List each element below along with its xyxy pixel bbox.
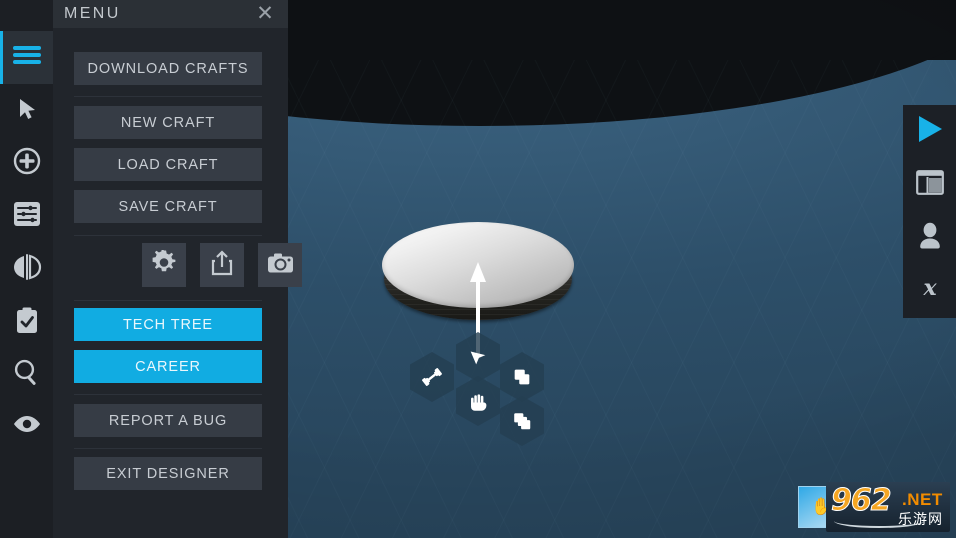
cursor-arrow-icon — [15, 97, 39, 128]
play-button[interactable] — [903, 105, 956, 158]
sidebar-item-menu[interactable] — [0, 31, 53, 84]
hamburger-icon — [12, 44, 42, 71]
menu-divider — [74, 235, 262, 236]
sidebar-item-search[interactable] — [0, 348, 53, 401]
dumbbell-resize-icon — [420, 365, 444, 389]
load-craft-button[interactable]: LOAD CRAFT — [74, 148, 262, 181]
share-button[interactable] — [200, 243, 244, 287]
arrow-head-icon — [470, 262, 486, 282]
plus-circle-icon — [13, 147, 41, 180]
watermark-chinese: 乐游网 — [898, 512, 943, 528]
eye-icon — [12, 414, 42, 439]
sidebar-item-checklist[interactable] — [0, 296, 53, 349]
camera-icon — [267, 252, 294, 279]
panel-layout-icon — [915, 169, 944, 200]
magnifier-icon — [13, 358, 41, 391]
download-crafts-button[interactable]: DOWNLOAD CRAFTS — [74, 52, 262, 85]
right-toolbar: x — [903, 105, 956, 318]
x-variable-icon: x — [916, 274, 944, 307]
copy-two-icon — [511, 366, 533, 388]
watermark-domain: .NET — [902, 490, 943, 509]
watermark: ✋ 962 .NET 乐游网 — [798, 482, 950, 532]
game-designer-screen: MENU ✕ DOWNLOAD CRAFTS NEW CRAFT LOAD CR… — [0, 0, 956, 538]
mirror-symmetry-icon — [12, 254, 42, 285]
tech-tree-button[interactable]: TECH TREE — [74, 308, 262, 341]
menu-divider — [74, 96, 262, 97]
cursor-pointer-icon — [467, 346, 489, 368]
watermark-number: 962 — [831, 483, 893, 519]
watermark-logo: 962 .NET 乐游网 — [826, 482, 950, 532]
flight-variables-button[interactable]: x — [903, 264, 956, 317]
close-icon[interactable]: ✕ — [254, 3, 276, 25]
clipboard-check-icon — [15, 307, 39, 339]
crew-button[interactable] — [903, 211, 956, 264]
play-triangle-icon — [916, 114, 944, 149]
menu-panel: MENU ✕ DOWNLOAD CRAFTS NEW CRAFT LOAD CR… — [53, 0, 302, 538]
svg-text:x: x — [922, 275, 937, 301]
sliders-icon — [13, 201, 41, 232]
person-icon — [917, 222, 943, 254]
screenshot-button[interactable] — [258, 243, 302, 287]
sidebar-item-mirror[interactable] — [0, 243, 53, 296]
menu-divider — [74, 448, 262, 449]
report-a-bug-button[interactable]: REPORT A BUG — [74, 404, 262, 437]
layout-button[interactable] — [903, 158, 956, 211]
menu-divider — [74, 394, 262, 395]
open-hand-icon — [467, 390, 490, 413]
sidebar-item-visibility[interactable] — [0, 400, 53, 453]
copy-three-icon — [511, 410, 533, 432]
settings-button[interactable] — [142, 243, 186, 287]
share-upload-icon — [210, 249, 234, 281]
sidebar-item-select[interactable] — [0, 86, 53, 139]
sidebar-item-add-part[interactable] — [0, 137, 53, 190]
page-title: MENU — [64, 5, 121, 22]
menu-divider — [74, 300, 262, 301]
left-icon-rail — [0, 0, 53, 538]
gear-icon — [151, 247, 177, 281]
sidebar-item-properties[interactable] — [0, 190, 53, 243]
exit-designer-button[interactable]: EXIT DESIGNER — [74, 457, 262, 490]
save-craft-button[interactable]: SAVE CRAFT — [74, 190, 262, 223]
menu-header: MENU ✕ — [53, 0, 288, 28]
career-button[interactable]: CAREER — [74, 350, 262, 383]
new-craft-button[interactable]: NEW CRAFT — [74, 106, 262, 139]
